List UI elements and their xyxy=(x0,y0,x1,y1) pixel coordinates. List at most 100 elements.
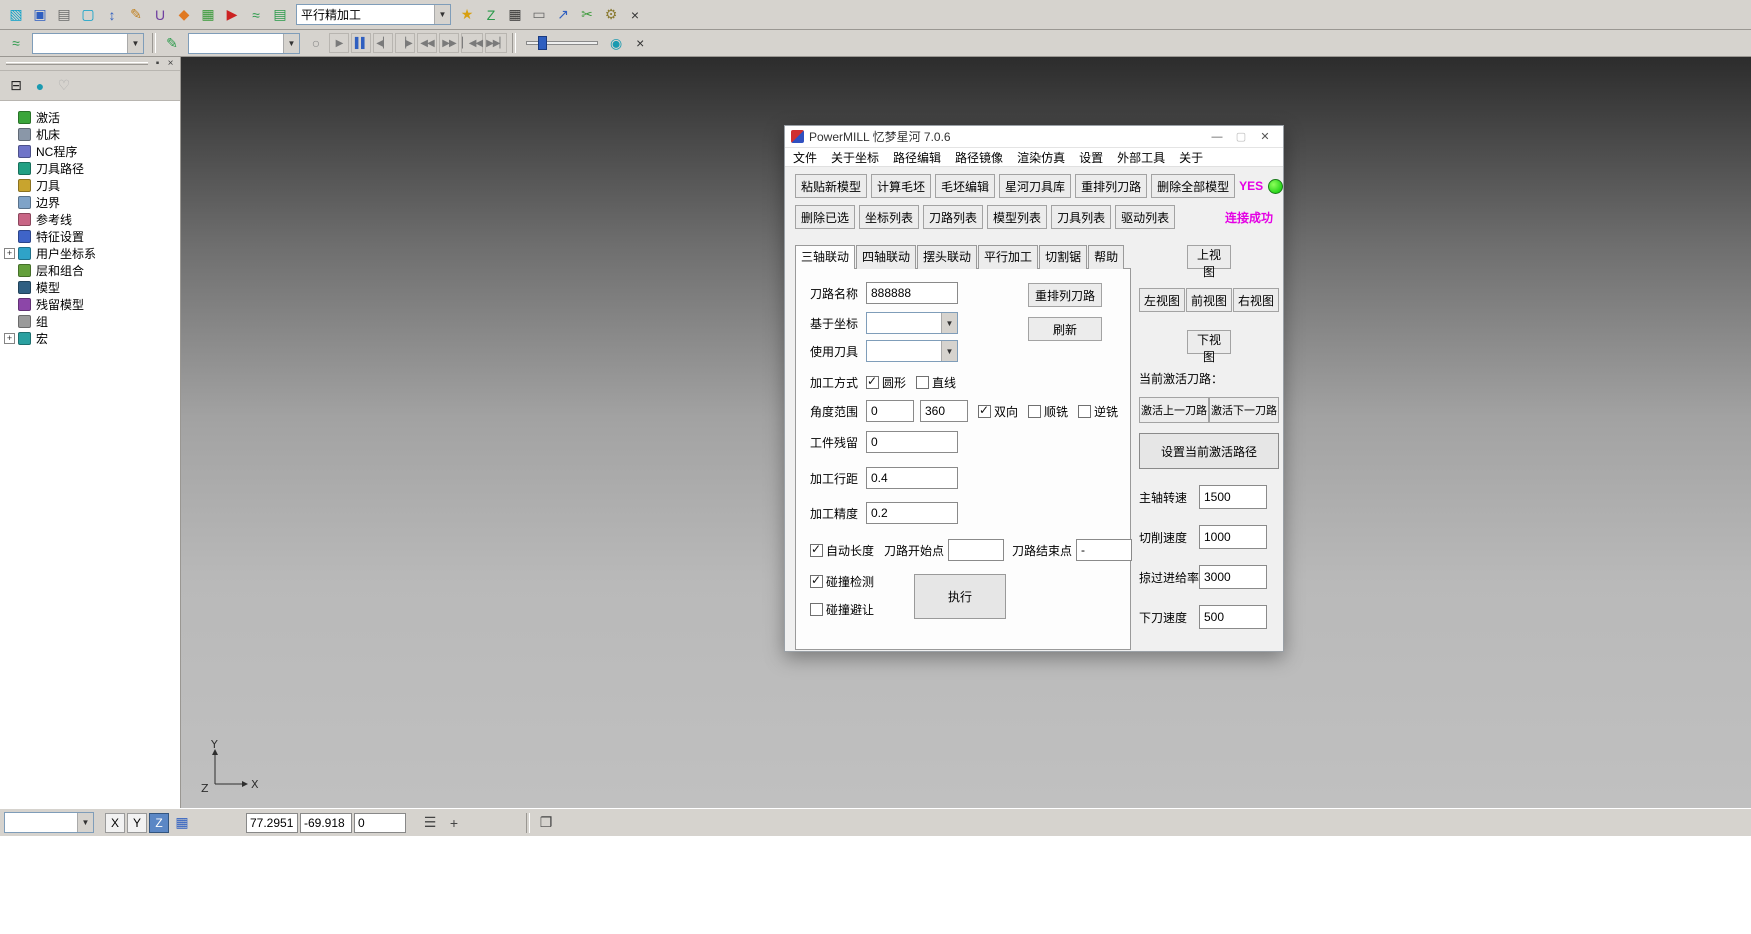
minimize-button[interactable]: — xyxy=(1205,131,1229,143)
activate-next-toolpath-button[interactable]: 激活下一刀路 xyxy=(1209,397,1279,423)
collision-check-checkbox[interactable]: 碰撞检测 xyxy=(810,573,874,590)
z-axis-button[interactable]: Z xyxy=(149,813,169,833)
start-point-input[interactable] xyxy=(948,539,1004,561)
tree-item-patterns[interactable]: 参考线 xyxy=(4,211,178,228)
panel-pin-button[interactable]: ▪ xyxy=(151,58,164,70)
tree-item-levels[interactable]: 层和组合 xyxy=(4,262,178,279)
tree-item-models[interactable]: 模型 xyxy=(4,279,178,296)
plunge-feed-input[interactable] xyxy=(1199,605,1267,629)
left-view-button[interactable]: 左视图 xyxy=(1139,288,1185,312)
pages-icon[interactable]: ❐ xyxy=(535,812,557,834)
chevron-down-icon[interactable]: ▼ xyxy=(434,5,450,24)
go-end-button[interactable]: ▶▶▏ xyxy=(485,33,507,53)
list-icon[interactable]: ☰ xyxy=(419,812,441,834)
chevron-down-icon[interactable]: ▼ xyxy=(283,34,299,53)
xinghe-tool-library-button[interactable]: 星河刀具库 xyxy=(999,174,1071,198)
step-back-button[interactable]: ◀▏ xyxy=(373,33,393,53)
panel-close-button[interactable]: × xyxy=(164,58,177,70)
right-view-button[interactable]: 右视图 xyxy=(1233,288,1279,312)
toolbar-close-button[interactable]: × xyxy=(624,4,646,26)
collision-avoid-checkbox[interactable]: 碰撞避让 xyxy=(810,601,874,618)
cutting-feed-input[interactable] xyxy=(1199,525,1267,549)
rewind-button[interactable]: ◀◀ xyxy=(417,33,437,53)
toolpath-edit-icon[interactable]: ✎ xyxy=(125,4,147,26)
rearrange-toolpaths-button-2[interactable]: 重排列刀路 xyxy=(1028,283,1102,307)
chevron-down-icon[interactable]: ▼ xyxy=(127,34,143,53)
sim-tool-select[interactable]: ▼ xyxy=(188,33,300,54)
angle-from-input[interactable] xyxy=(866,400,914,422)
pause-button[interactable]: ▌▌ xyxy=(351,33,371,53)
step-forward-button[interactable]: ▕▶ xyxy=(395,33,415,53)
globe-icon[interactable]: ● xyxy=(29,75,51,97)
chevron-down-icon[interactable]: ▼ xyxy=(941,313,957,333)
y-axis-button[interactable]: Y xyxy=(127,813,147,833)
x-axis-button[interactable]: X xyxy=(105,813,125,833)
go-start-button[interactable]: ▏◀◀ xyxy=(461,33,483,53)
toolpath-list-button[interactable]: 刀路列表 xyxy=(923,205,983,229)
tree-item-nc-programs[interactable]: NC程序 xyxy=(4,143,178,160)
pattern-icon[interactable]: ◆ xyxy=(173,4,195,26)
tool-list-button[interactable]: 刀具列表 xyxy=(1051,205,1111,229)
measure-z-icon[interactable]: Z xyxy=(480,4,502,26)
menu-settings[interactable]: 设置 xyxy=(1079,149,1103,166)
menu-path-edit[interactable]: 路径编辑 xyxy=(893,149,941,166)
strategy-select[interactable]: 平行精加工 ▼ xyxy=(296,4,451,25)
tree-expander[interactable]: + xyxy=(4,248,15,259)
drive-list-button[interactable]: 驱动列表 xyxy=(1115,205,1175,229)
simulation-clock-icon[interactable]: ◉ xyxy=(605,32,627,54)
play-button[interactable]: ▶ xyxy=(329,33,349,53)
tree-item-machine[interactable]: 机床 xyxy=(4,126,178,143)
tab-four-axis[interactable]: 四轴联动 xyxy=(856,245,916,269)
close-button[interactable]: ✕ xyxy=(1253,130,1277,143)
circle-checkbox[interactable]: 圆形 xyxy=(866,374,906,391)
statistics-icon[interactable]: ↗ xyxy=(552,4,574,26)
chevron-down-icon[interactable]: ▼ xyxy=(77,813,93,832)
delete-selected-button[interactable]: 删除已选 xyxy=(795,205,855,229)
tree-item-activate[interactable]: 激活 xyxy=(4,109,178,126)
rearrange-toolpaths-button[interactable]: 重排列刀路 xyxy=(1075,174,1147,198)
workplane-transform-icon[interactable]: ↕ xyxy=(101,4,123,26)
slider-handle[interactable] xyxy=(538,36,547,50)
stepover-input[interactable] xyxy=(866,467,958,489)
explorer-panel-header[interactable]: ▪ × xyxy=(0,57,180,71)
explorer-tree-icon[interactable]: ⊟ xyxy=(5,75,27,97)
tolerance-input[interactable] xyxy=(866,502,958,524)
paste-new-model-button[interactable]: 粘贴新模型 xyxy=(795,174,867,198)
toolpath-strategies-icon[interactable]: ≈ xyxy=(245,4,267,26)
z-coordinate-input[interactable] xyxy=(354,813,406,833)
top-view-button[interactable]: 上视图 xyxy=(1187,245,1231,269)
compute-stock-button[interactable]: 计算毛坯 xyxy=(871,174,931,198)
y-coordinate-input[interactable] xyxy=(300,813,352,833)
scissors-icon[interactable]: ✂ xyxy=(576,4,598,26)
fast-forward-button[interactable]: ▶▶ xyxy=(439,33,459,53)
cursor-position-icon[interactable]: + xyxy=(443,812,465,834)
toolpath-name-input[interactable] xyxy=(866,282,958,304)
line-checkbox[interactable]: 直线 xyxy=(916,374,956,391)
tree-item-groups[interactable]: 组 xyxy=(4,313,178,330)
execute-button[interactable]: 执行 xyxy=(914,574,1006,619)
bottom-view-button[interactable]: 下视图 xyxy=(1187,330,1231,354)
menu-external-tools[interactable]: 外部工具 xyxy=(1117,149,1165,166)
delete-all-models-button[interactable]: 删除全部模型 xyxy=(1151,174,1235,198)
open-model-icon[interactable]: ▧ xyxy=(5,4,27,26)
animbar-close-button[interactable]: × xyxy=(629,32,651,54)
stock-allowance-input[interactable] xyxy=(866,431,958,453)
print-icon[interactable]: ▤ xyxy=(53,4,75,26)
tree-item-macros[interactable]: +宏 xyxy=(4,330,178,347)
conventional-mill-checkbox[interactable]: 逆铣 xyxy=(1078,403,1118,420)
stock-edit-button[interactable]: 毛坯编辑 xyxy=(935,174,995,198)
dialog-titlebar[interactable]: PowerMILL 忆梦星河 7.0.6 — ▢ ✕ xyxy=(785,126,1283,148)
menu-about-coord[interactable]: 关于坐标 xyxy=(831,149,879,166)
set-active-path-button[interactable]: 设置当前激活路径 xyxy=(1139,433,1279,469)
tab-three-axis[interactable]: 三轴联动 xyxy=(795,245,855,269)
tab-swivel-head[interactable]: 摆头联动 xyxy=(917,245,977,269)
simulation-speed-slider[interactable] xyxy=(526,34,598,52)
end-point-input[interactable] xyxy=(1076,539,1132,561)
maximize-button[interactable]: ▢ xyxy=(1229,130,1253,143)
sim-toolpath-select[interactable]: ▼ xyxy=(32,33,144,54)
counter-icon[interactable]: ▭ xyxy=(528,4,550,26)
menu-render-sim[interactable]: 渲染仿真 xyxy=(1017,149,1065,166)
tree-item-tools[interactable]: 刀具 xyxy=(4,177,178,194)
chevron-down-icon[interactable]: ▼ xyxy=(941,341,957,361)
strategy-form-icon[interactable]: ▤ xyxy=(269,4,291,26)
